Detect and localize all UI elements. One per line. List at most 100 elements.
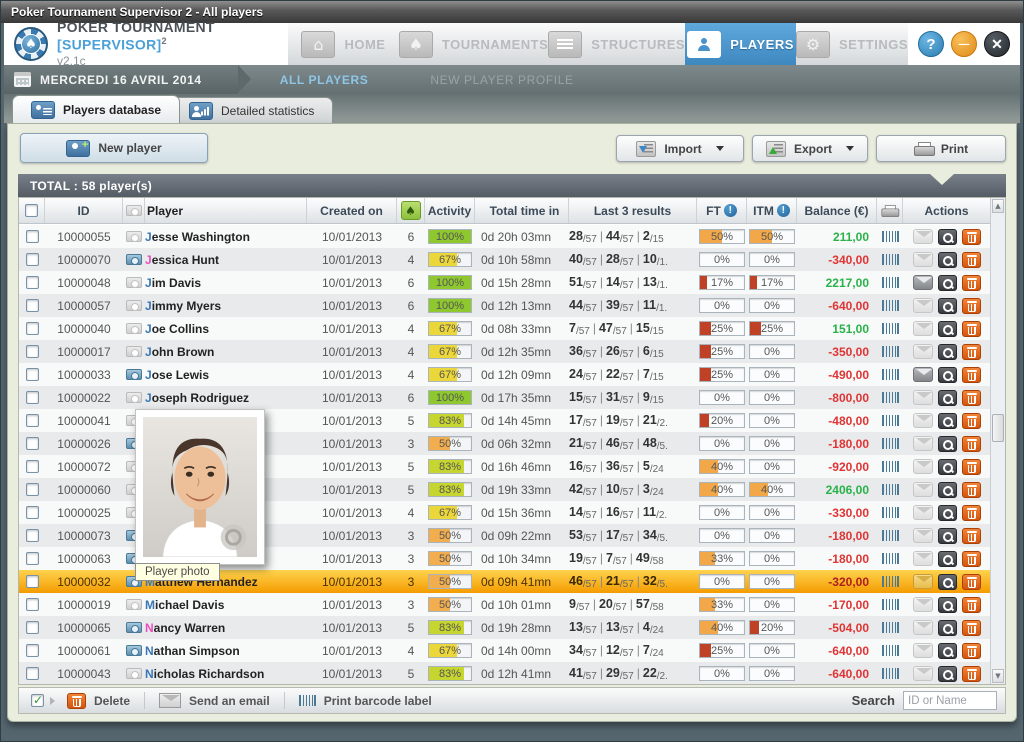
close-button[interactable]: ✕ xyxy=(984,31,1010,57)
nav-item-players[interactable]: PLAYERS xyxy=(685,23,796,65)
send-email-button[interactable] xyxy=(913,436,933,451)
barcode-icon[interactable] xyxy=(882,599,899,610)
view-player-button[interactable] xyxy=(938,505,957,521)
row-checkbox[interactable] xyxy=(26,299,39,312)
export-button[interactable]: Export xyxy=(752,135,868,162)
delete-player-button[interactable] xyxy=(962,344,981,360)
new-player-button[interactable]: New player xyxy=(20,133,208,163)
col-ft[interactable]: FT! xyxy=(697,198,747,223)
nav-item-settings[interactable]: ⚙ SETTINGS xyxy=(796,23,908,65)
send-email-button[interactable] xyxy=(913,528,933,543)
table-row[interactable]: 10000022 Joseph Rodriguez 10/01/2013 6 1… xyxy=(19,386,990,409)
send-email-button[interactable] xyxy=(913,551,933,566)
barcode-icon[interactable] xyxy=(882,484,899,495)
table-row[interactable]: 10000043 Nicholas Richardson 10/01/2013 … xyxy=(19,662,990,684)
barcode-icon[interactable] xyxy=(882,231,899,242)
col-activity[interactable]: Activity xyxy=(425,198,475,223)
view-player-button[interactable] xyxy=(938,298,957,314)
barcode-icon[interactable] xyxy=(882,576,899,587)
send-email-button[interactable] xyxy=(913,275,933,290)
delete-player-button[interactable] xyxy=(962,597,981,613)
row-checkbox[interactable] xyxy=(26,414,39,427)
send-email-button[interactable] xyxy=(913,344,933,359)
delete-player-button[interactable] xyxy=(962,620,981,636)
row-checkbox[interactable] xyxy=(26,667,39,680)
send-email-button[interactable] xyxy=(913,459,933,474)
col-balance[interactable]: Balance (€) xyxy=(797,198,877,223)
row-checkbox[interactable] xyxy=(26,552,39,565)
barcode-icon[interactable] xyxy=(882,415,899,426)
view-player-button[interactable] xyxy=(938,275,957,291)
row-checkbox[interactable] xyxy=(26,460,39,473)
barcode-icon[interactable] xyxy=(882,553,899,564)
delete-player-button[interactable] xyxy=(962,528,981,544)
view-player-button[interactable] xyxy=(938,574,957,590)
import-dropdown-caret[interactable] xyxy=(716,146,724,155)
delete-player-button[interactable] xyxy=(962,643,981,659)
delete-player-button[interactable] xyxy=(962,459,981,475)
send-email-button[interactable] xyxy=(913,229,933,244)
tab-players-database[interactable]: Players database xyxy=(12,95,180,123)
export-dropdown-caret[interactable] xyxy=(846,146,854,155)
itm-info-icon[interactable]: ! xyxy=(777,204,790,217)
view-player-button[interactable] xyxy=(938,390,957,406)
send-email-button[interactable] xyxy=(913,367,933,382)
barcode-icon[interactable] xyxy=(882,622,899,633)
table-row[interactable]: 10000065 Nancy Warren 10/01/2013 5 83% 0… xyxy=(19,616,990,639)
view-player-button[interactable] xyxy=(938,620,957,636)
import-button[interactable]: Import xyxy=(616,135,744,162)
view-player-button[interactable] xyxy=(938,551,957,567)
table-row[interactable]: 10000033 Jose Lewis 10/01/2013 4 67% 0d … xyxy=(19,363,990,386)
nav-item-tournaments[interactable]: ♠ TOURNAMENTS xyxy=(399,23,548,65)
delete-player-button[interactable] xyxy=(962,413,981,429)
row-checkbox[interactable] xyxy=(26,345,39,358)
barcode-icon[interactable] xyxy=(882,461,899,472)
row-checkbox[interactable] xyxy=(26,253,39,266)
view-player-button[interactable] xyxy=(938,436,957,452)
barcode-icon[interactable] xyxy=(882,668,899,679)
breadcrumb-new-player-profile[interactable]: NEW PLAYER PROFILE xyxy=(430,73,573,87)
table-row[interactable]: 10000048 Jim Davis 10/01/2013 6 100% 0d … xyxy=(19,271,990,294)
barcode-icon[interactable] xyxy=(882,254,899,265)
delete-player-button[interactable] xyxy=(962,666,981,682)
delete-options-caret[interactable] xyxy=(50,697,59,705)
row-checkbox[interactable] xyxy=(26,276,39,289)
barcode-icon[interactable] xyxy=(882,323,899,334)
help-button[interactable]: ? xyxy=(918,31,944,57)
view-player-button[interactable] xyxy=(938,229,957,245)
view-player-button[interactable] xyxy=(938,528,957,544)
row-checkbox[interactable] xyxy=(26,391,39,404)
scroll-up-button[interactable]: ▲ xyxy=(992,199,1004,213)
col-id[interactable]: ID xyxy=(45,198,123,223)
view-player-button[interactable] xyxy=(938,367,957,383)
send-email-button[interactable] xyxy=(913,620,933,635)
view-player-button[interactable] xyxy=(938,643,957,659)
row-checkbox[interactable] xyxy=(26,644,39,657)
table-row[interactable]: 10000040 Joe Collins 10/01/2013 4 67% 0d… xyxy=(19,317,990,340)
nav-item-home[interactable]: ⌂ HOME xyxy=(288,23,399,65)
send-email-button[interactable] xyxy=(913,482,933,497)
scroll-down-button[interactable]: ▼ xyxy=(992,669,1004,683)
minimize-button[interactable]: ─ xyxy=(951,31,977,57)
delete-player-button[interactable] xyxy=(962,252,981,268)
select-all-checkbox[interactable] xyxy=(25,204,38,217)
row-checkbox[interactable] xyxy=(26,598,39,611)
delete-player-button[interactable] xyxy=(962,436,981,452)
delete-select-checkbox[interactable] xyxy=(31,694,44,707)
delete-player-button[interactable] xyxy=(962,367,981,383)
scroll-thumb[interactable] xyxy=(992,414,1004,442)
print-button[interactable]: Print xyxy=(876,135,1006,162)
row-checkbox[interactable] xyxy=(26,575,39,588)
send-email-button[interactable] xyxy=(913,252,933,267)
barcode-icon[interactable] xyxy=(882,369,899,380)
col-actions[interactable]: Actions xyxy=(903,198,990,223)
delete-player-button[interactable] xyxy=(962,482,981,498)
delete-player-button[interactable] xyxy=(962,229,981,245)
barcode-icon[interactable] xyxy=(882,438,899,449)
row-checkbox[interactable] xyxy=(26,368,39,381)
delete-player-button[interactable] xyxy=(962,574,981,590)
row-checkbox[interactable] xyxy=(26,483,39,496)
barcode-icon[interactable] xyxy=(882,392,899,403)
row-checkbox[interactable] xyxy=(26,322,39,335)
breadcrumb-all-players[interactable]: ALL PLAYERS xyxy=(280,73,369,87)
